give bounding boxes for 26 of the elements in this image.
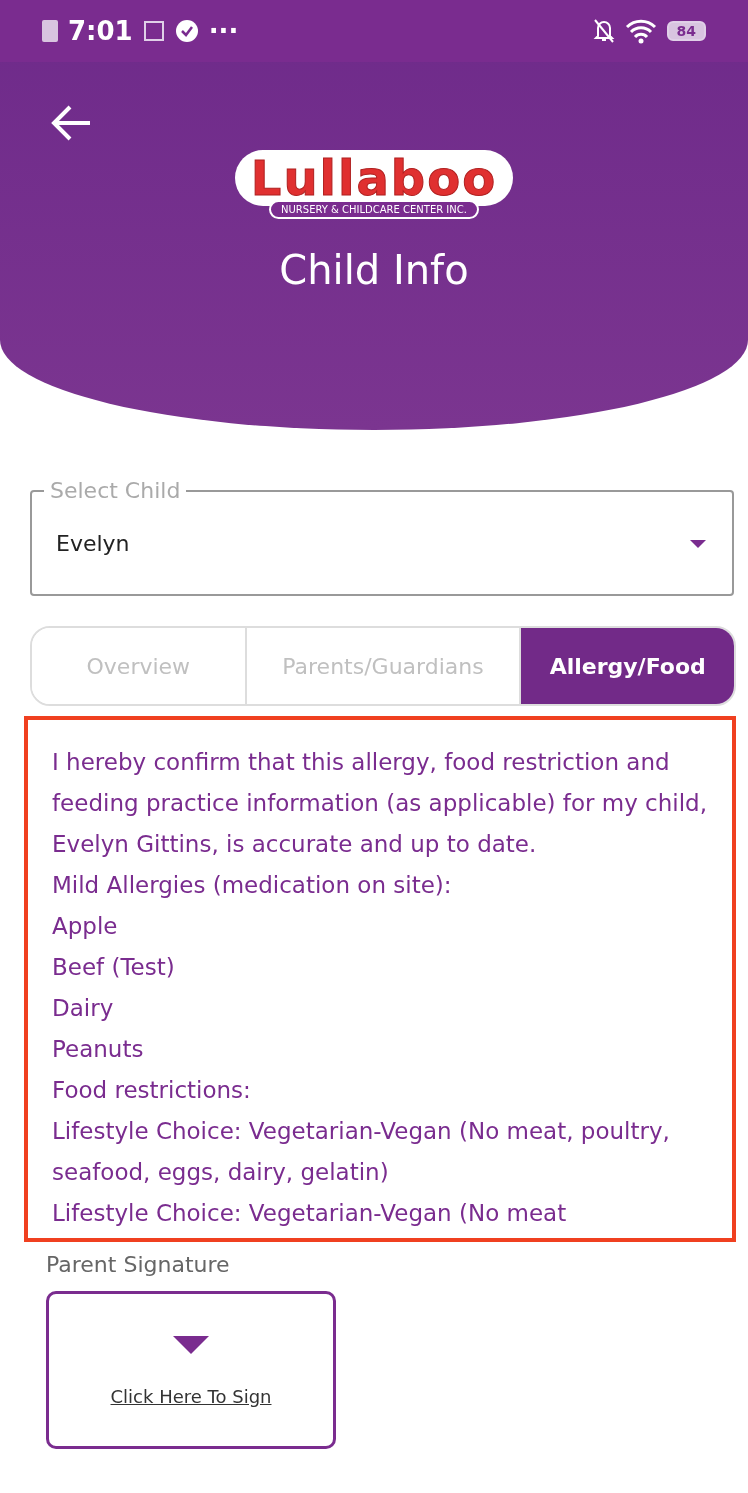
allergy-text-line: Peanuts: [52, 1035, 145, 1064]
bell-off-icon: [592, 18, 615, 44]
allergy-text-line: Dairy: [52, 994, 115, 1023]
tab[interactable]: Allergy/Food: [521, 628, 734, 704]
sim-icon: [42, 20, 58, 42]
allergy-text-line: Mild Allergies (medication on site):: [52, 871, 453, 900]
field-value: Evelyn: [56, 531, 131, 556]
status-time: 7:01: [68, 16, 133, 46]
field-label: Select Child: [49, 478, 182, 503]
more-indicator: ···: [208, 16, 239, 46]
logo-tagline: NURSERY & CHILDCARE CENTER INC.: [269, 200, 479, 219]
allergy-text-line: Apple: [52, 912, 119, 941]
logo: Lullaboo: [234, 150, 514, 206]
allergy-text-line: Food restrictions:: [52, 1076, 252, 1105]
caret-icon: [171, 1333, 211, 1356]
allergy-text-line: Lifestyle Choice: Vegetarian-Vegan (No meat, poultry, seafood, eggs, dairy, gelatin): [52, 1117, 671, 1187]
allergy-text-line: Beef (Test): [52, 953, 176, 982]
page-title: Child Info: [278, 247, 470, 293]
wifi-icon: [624, 18, 657, 44]
dropdown-caret-icon: [688, 537, 708, 550]
check-circle-icon: [174, 19, 199, 43]
signature-label: Parent Signature: [46, 1252, 231, 1277]
allergy-text-line: Lifestyle Choice: Vegetarian-Vegan (No meat: [52, 1199, 568, 1228]
battery-level: 84: [666, 21, 706, 41]
sign-button[interactable]: Click Here To Sign: [46, 1291, 336, 1449]
allergy-text-line: I hereby confirm that this allergy, food restriction and feeding practice information (as applicable) for my child, Evelyn Gittins, is accurate and up to date.: [52, 748, 708, 859]
